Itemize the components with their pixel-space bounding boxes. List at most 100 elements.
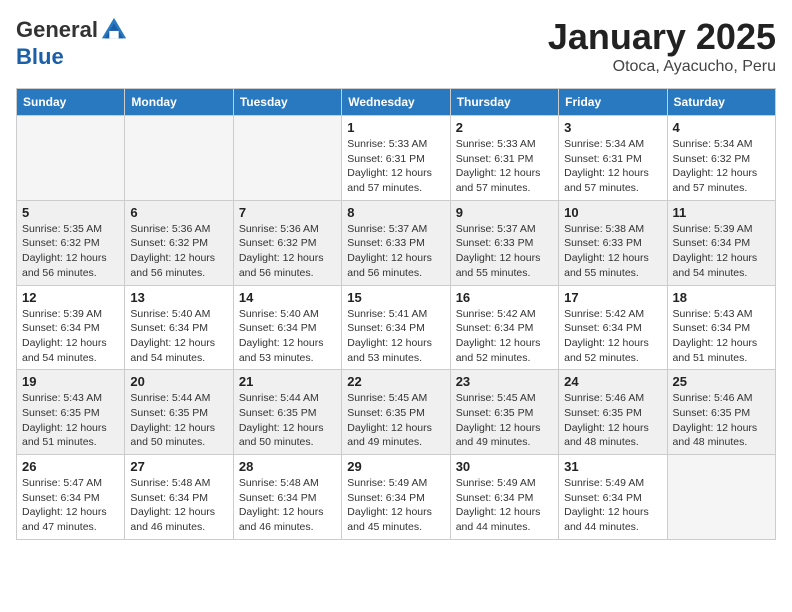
table-row: 17 Sunrise: 5:42 AM Sunset: 6:34 PM Dayli…	[559, 285, 667, 370]
day-number: 31	[564, 459, 661, 474]
day-info: Sunrise: 5:37 AM Sunset: 6:33 PM Dayligh…	[456, 222, 553, 281]
day-info: Sunrise: 5:38 AM Sunset: 6:33 PM Dayligh…	[564, 222, 661, 281]
logo-icon	[100, 16, 128, 44]
table-row: 12Sunrise: 5:39 AM Sunset: 6:34 PM Dayli…	[17, 285, 125, 370]
day-info: Sunrise: 5:45 AM Sunset: 6:35 PM Dayligh…	[347, 391, 444, 450]
header-wednesday: Wednesday	[342, 89, 450, 116]
day-info: Sunrise: 5:36 AM Sunset: 6:32 PM Dayligh…	[130, 222, 227, 281]
month-title: January 2025	[548, 16, 776, 58]
logo-general-text: General	[16, 17, 98, 43]
day-info: Sunrise: 5:49 AM Sunset: 6:34 PM Dayligh…	[456, 476, 553, 535]
table-row: 24 Sunrise: 5:46 AM Sunset: 6:35 PM Dayli…	[559, 370, 667, 455]
header-monday: Monday	[125, 89, 233, 116]
table-row: 30 Sunrise: 5:49 AM Sunset: 6:34 PM Dayli…	[450, 455, 558, 540]
table-row: 29Sunrise: 5:49 AM Sunset: 6:34 PM Dayli…	[342, 455, 450, 540]
day-info: Sunrise: 5:43 AM Sunset: 6:34 PM Dayligh…	[673, 307, 770, 366]
calendar-body: 1 Sunrise: 5:33 AM Sunset: 6:31 PM Daylig…	[17, 116, 776, 540]
calendar-week-row: 12Sunrise: 5:39 AM Sunset: 6:34 PM Dayli…	[17, 285, 776, 370]
day-info: Sunrise: 5:41 AM Sunset: 6:34 PM Dayligh…	[347, 307, 444, 366]
day-info: Sunrise: 5:42 AM Sunset: 6:34 PM Dayligh…	[456, 307, 553, 366]
day-number: 15	[347, 290, 444, 305]
day-info: Sunrise: 5:48 AM Sunset: 6:34 PM Dayligh…	[239, 476, 336, 535]
header-friday: Friday	[559, 89, 667, 116]
page-header: General Blue January 2025 Otoca, Ayacuch…	[16, 16, 776, 76]
day-info: Sunrise: 5:44 AM Sunset: 6:35 PM Dayligh…	[130, 391, 227, 450]
day-number: 17	[564, 290, 661, 305]
table-row: 18 Sunrise: 5:43 AM Sunset: 6:34 PM Dayli…	[667, 285, 775, 370]
calendar-week-row: 26 Sunrise: 5:47 AM Sunset: 6:34 PM Dayli…	[17, 455, 776, 540]
day-number: 30	[456, 459, 553, 474]
day-info: Sunrise: 5:44 AM Sunset: 6:35 PM Dayligh…	[239, 391, 336, 450]
day-info: Sunrise: 5:40 AM Sunset: 6:34 PM Dayligh…	[239, 307, 336, 366]
calendar-header-row: Sunday Monday Tuesday Wednesday Thursday…	[17, 89, 776, 116]
day-number: 21	[239, 374, 336, 389]
header-saturday: Saturday	[667, 89, 775, 116]
day-number: 2	[456, 120, 553, 135]
day-info: Sunrise: 5:48 AM Sunset: 6:34 PM Dayligh…	[130, 476, 227, 535]
table-row: 1 Sunrise: 5:33 AM Sunset: 6:31 PM Daylig…	[342, 116, 450, 201]
day-number: 18	[673, 290, 770, 305]
day-number: 12	[22, 290, 119, 305]
day-number: 26	[22, 459, 119, 474]
header-tuesday: Tuesday	[233, 89, 341, 116]
table-row	[125, 116, 233, 201]
day-info: Sunrise: 5:42 AM Sunset: 6:34 PM Dayligh…	[564, 307, 661, 366]
day-info: Sunrise: 5:46 AM Sunset: 6:35 PM Dayligh…	[564, 391, 661, 450]
table-row: 8 Sunrise: 5:37 AM Sunset: 6:33 PM Daylig…	[342, 200, 450, 285]
table-row: 10 Sunrise: 5:38 AM Sunset: 6:33 PM Dayli…	[559, 200, 667, 285]
day-number: 28	[239, 459, 336, 474]
table-row: 31 Sunrise: 5:49 AM Sunset: 6:34 PM Dayli…	[559, 455, 667, 540]
table-row: 16 Sunrise: 5:42 AM Sunset: 6:34 PM Dayli…	[450, 285, 558, 370]
day-number: 20	[130, 374, 227, 389]
day-number: 6	[130, 205, 227, 220]
day-number: 10	[564, 205, 661, 220]
day-number: 7	[239, 205, 336, 220]
day-number: 1	[347, 120, 444, 135]
table-row: 22 Sunrise: 5:45 AM Sunset: 6:35 PM Dayli…	[342, 370, 450, 455]
calendar-week-row: 19Sunrise: 5:43 AM Sunset: 6:35 PM Dayli…	[17, 370, 776, 455]
header-sunday: Sunday	[17, 89, 125, 116]
day-number: 14	[239, 290, 336, 305]
table-row: 3Sunrise: 5:34 AM Sunset: 6:31 PM Daylig…	[559, 116, 667, 201]
table-row: 5Sunrise: 5:35 AM Sunset: 6:32 PM Daylig…	[17, 200, 125, 285]
table-row: 7 Sunrise: 5:36 AM Sunset: 6:32 PM Daylig…	[233, 200, 341, 285]
title-area: January 2025 Otoca, Ayacucho, Peru	[548, 16, 776, 76]
table-row: 2Sunrise: 5:33 AM Sunset: 6:31 PM Daylig…	[450, 116, 558, 201]
table-row: 13 Sunrise: 5:40 AM Sunset: 6:34 PM Dayli…	[125, 285, 233, 370]
table-row: 4 Sunrise: 5:34 AM Sunset: 6:32 PM Daylig…	[667, 116, 775, 201]
day-info: Sunrise: 5:37 AM Sunset: 6:33 PM Dayligh…	[347, 222, 444, 281]
day-number: 29	[347, 459, 444, 474]
location-subtitle: Otoca, Ayacucho, Peru	[548, 58, 776, 76]
table-row: 9Sunrise: 5:37 AM Sunset: 6:33 PM Daylig…	[450, 200, 558, 285]
table-row: 25Sunrise: 5:46 AM Sunset: 6:35 PM Dayli…	[667, 370, 775, 455]
day-info: Sunrise: 5:36 AM Sunset: 6:32 PM Dayligh…	[239, 222, 336, 281]
logo: General Blue	[16, 16, 128, 70]
day-number: 23	[456, 374, 553, 389]
table-row: 6 Sunrise: 5:36 AM Sunset: 6:32 PM Daylig…	[125, 200, 233, 285]
calendar-table: Sunday Monday Tuesday Wednesday Thursday…	[16, 88, 776, 540]
day-info: Sunrise: 5:40 AM Sunset: 6:34 PM Dayligh…	[130, 307, 227, 366]
day-info: Sunrise: 5:35 AM Sunset: 6:32 PM Dayligh…	[22, 222, 119, 281]
day-number: 4	[673, 120, 770, 135]
logo-blue-text: Blue	[16, 44, 64, 70]
table-row: 11 Sunrise: 5:39 AM Sunset: 6:34 PM Dayli…	[667, 200, 775, 285]
day-info: Sunrise: 5:33 AM Sunset: 6:31 PM Dayligh…	[347, 137, 444, 196]
day-info: Sunrise: 5:39 AM Sunset: 6:34 PM Dayligh…	[673, 222, 770, 281]
day-number: 22	[347, 374, 444, 389]
day-info: Sunrise: 5:49 AM Sunset: 6:34 PM Dayligh…	[564, 476, 661, 535]
day-info: Sunrise: 5:45 AM Sunset: 6:35 PM Dayligh…	[456, 391, 553, 450]
day-number: 16	[456, 290, 553, 305]
table-row	[17, 116, 125, 201]
day-info: Sunrise: 5:47 AM Sunset: 6:34 PM Dayligh…	[22, 476, 119, 535]
day-info: Sunrise: 5:34 AM Sunset: 6:32 PM Dayligh…	[673, 137, 770, 196]
day-number: 24	[564, 374, 661, 389]
day-number: 8	[347, 205, 444, 220]
day-number: 13	[130, 290, 227, 305]
calendar-week-row: 5Sunrise: 5:35 AM Sunset: 6:32 PM Daylig…	[17, 200, 776, 285]
table-row: 28 Sunrise: 5:48 AM Sunset: 6:34 PM Dayli…	[233, 455, 341, 540]
day-info: Sunrise: 5:43 AM Sunset: 6:35 PM Dayligh…	[22, 391, 119, 450]
table-row: 20 Sunrise: 5:44 AM Sunset: 6:35 PM Dayli…	[125, 370, 233, 455]
day-number: 11	[673, 205, 770, 220]
table-row	[667, 455, 775, 540]
table-row: 15 Sunrise: 5:41 AM Sunset: 6:34 PM Dayli…	[342, 285, 450, 370]
